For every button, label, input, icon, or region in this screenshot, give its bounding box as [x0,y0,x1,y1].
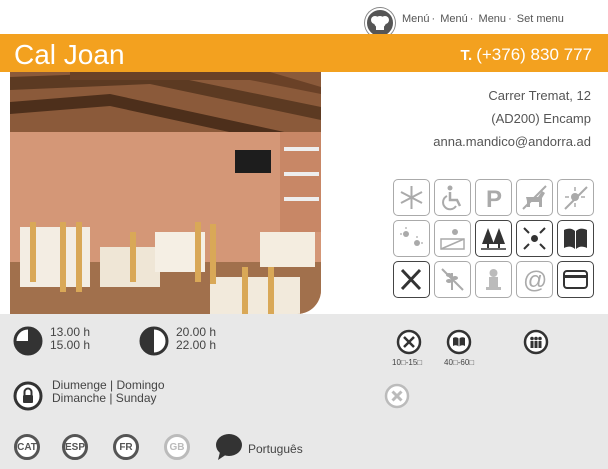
parking-icon: P [475,179,512,216]
extra-language: Português [248,442,303,456]
address-block: Carrer Tremat, 12 (AD200) Encamp anna.ma… [433,84,591,153]
lunch-close: 15.00 h [50,338,91,352]
card-price-icon [446,329,472,355]
city: (AD200) Encamp [491,111,591,126]
wheelchair-icon [434,179,471,216]
language-gb[interactable]: GB [164,434,190,460]
dinner-hours: 20.00 h 22.00 h [176,326,216,352]
card-price: 40□-60□ [444,358,475,367]
top-bar: Menú · Menú · Menu · Set menu [0,0,608,38]
phone: T. (+376) 830 777 [461,45,592,65]
phone-number[interactable]: (+376) 830 777 [476,45,592,64]
restaurant-photo [10,72,321,314]
email-link[interactable]: anna.mandico@andorra.ad [433,130,591,153]
menu-price: 10□-15□ [392,358,423,367]
cutlery-icon [393,261,430,298]
group-icon [523,329,549,355]
dinner-clock-icon [139,326,169,356]
lock-icon [13,381,43,411]
menu-price-icon [396,329,422,355]
menu-link-ca[interactable]: Menú [402,13,430,25]
lunch-hours: 13.00 h 15.00 h [50,326,90,352]
pets-icon [516,179,553,216]
menu-link-en[interactable]: Set menu [517,13,564,25]
language-fr[interactable]: FR [113,434,139,460]
language-esp[interactable]: ESP [62,434,88,460]
street: Carrer Tremat, 12 [488,88,591,103]
svg-text:@: @ [523,267,547,294]
forest-icon [475,220,512,257]
dinner-close: 22.00 h [176,338,217,352]
phone-prefix: T. [460,47,473,64]
terrace-sun-icon [557,179,594,216]
restaurant-card: Menú · Menú · Menu · Set menu Cal Joan T. (+… [0,0,608,469]
language-cat[interactable]: CAT [14,434,40,460]
restaurant-title: Cal Joan [14,39,125,70]
book-menu-icon [557,220,594,257]
menu-link-es[interactable]: Menú [440,13,468,25]
menu-link-fr[interactable]: Menu [479,13,507,25]
air-conditioning-icon [393,179,430,216]
credit-card-icon [557,261,594,298]
sunshine-icon [393,220,430,257]
no-gluten-icon [434,261,471,298]
closed-line-2: Dimanche | Sunday [52,391,157,405]
center-location-icon [516,220,553,257]
no-credit-icon [384,383,410,409]
lunch-clock-icon [13,326,43,356]
menu-links: Menú · Menú · Menu · Set menu [402,13,564,25]
chef-icon [475,261,512,298]
speech-bubble-icon [216,434,242,460]
email-at-icon: @ [516,261,553,298]
closed-days: Diumenge | Domingo Dimanche | Sunday [52,379,165,405]
view-icon [434,220,471,257]
svg-text:P: P [486,186,502,212]
